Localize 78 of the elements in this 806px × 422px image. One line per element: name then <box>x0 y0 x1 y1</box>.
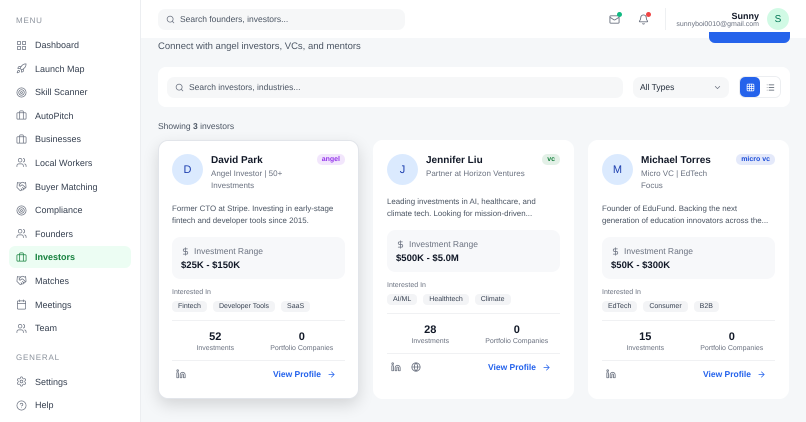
investor-role: Micro VC | EdTech Focus <box>641 168 708 192</box>
investor-name: Jennifer Liu <box>426 155 484 166</box>
search-field[interactable]: Search founders, investors... <box>158 8 405 30</box>
section-heading: GENERAL <box>15 352 61 362</box>
dollar-icon <box>396 240 405 248</box>
users-icon <box>16 322 27 334</box>
handshake-icon <box>16 181 27 192</box>
sidebar-item[interactable]: Team <box>9 317 131 340</box>
briefcase-icon <box>16 110 27 122</box>
user-name: Sunny <box>731 10 759 20</box>
arrow-right-icon <box>542 362 551 372</box>
grid-view-button[interactable] <box>740 77 760 97</box>
dollar-icon <box>611 246 620 256</box>
sidebar-item[interactable]: AutoPitch <box>9 104 131 127</box>
sidebar-item[interactable]: Businesses <box>9 128 131 150</box>
investor-role: Partner at Horizon Ventures <box>426 168 526 180</box>
rocket-icon <box>16 63 27 74</box>
view-profile-link[interactable]: View Profile <box>698 369 771 379</box>
user-avatar[interactable]: S <box>767 8 789 30</box>
range-label: Investment Range <box>409 239 478 249</box>
range-label: Investment Range <box>624 246 693 256</box>
page-subtitle: Connect with angel investors, VCs, and mentors <box>158 41 362 54</box>
notifications-button[interactable] <box>636 12 652 26</box>
mail-button[interactable] <box>607 12 622 26</box>
range-value: $500K - $5.0M <box>396 253 460 264</box>
range-value: $50K - $300K <box>611 260 672 271</box>
globe-icon[interactable] <box>411 362 421 372</box>
sidebar-item[interactable]: Meetings <box>9 294 131 316</box>
handshake-icon <box>16 275 27 286</box>
sidebar-item[interactable]: Settings <box>9 370 131 393</box>
sidebar-item[interactable]: Compliance <box>9 199 131 222</box>
sidebar-item[interactable]: Skill Scanner <box>9 81 131 104</box>
calendar-icon <box>16 299 27 310</box>
investor-avatar: J <box>387 154 418 185</box>
sidebar-item[interactable]: Buyer Matching <box>9 176 131 198</box>
briefcase-icon <box>16 134 27 145</box>
stat-value: 15 <box>639 331 652 343</box>
target-icon <box>16 86 27 98</box>
sidebar-item[interactable]: Investors <box>9 246 131 268</box>
linkedin-icon[interactable] <box>176 369 186 379</box>
stat-value: 52 <box>209 331 222 343</box>
investor-name: Michael Torres <box>641 155 712 166</box>
briefcase-icon <box>16 252 27 263</box>
type-dropdown[interactable]: All Types <box>633 76 729 98</box>
stat-value: 28 <box>424 324 436 336</box>
stat-value: 0 <box>298 331 305 343</box>
range-label: Investment Range <box>194 246 263 256</box>
settings-icon <box>16 376 27 388</box>
target-icon <box>16 204 27 216</box>
investor-role: Angel Investor | 50+ Investments <box>211 168 284 192</box>
sidebar-item[interactable]: Local Workers <box>9 152 131 174</box>
investor-name: David Park <box>211 155 264 166</box>
dollar-icon <box>181 246 190 256</box>
view-profile-link[interactable]: View Profile <box>482 362 556 372</box>
sidebar-item[interactable]: Help <box>9 394 131 416</box>
grid-icon <box>746 82 754 92</box>
arrow-right-icon <box>327 370 336 378</box>
grid-icon <box>16 40 27 50</box>
linkedin-icon[interactable] <box>391 362 401 372</box>
users-icon <box>16 228 27 240</box>
result-count: Showing 3 investors <box>158 121 236 133</box>
stat-value: 0 <box>728 331 735 343</box>
list-icon <box>766 82 774 92</box>
sidebar-item[interactable]: Founders <box>9 222 131 245</box>
stat-value: 0 <box>514 324 520 336</box>
investor-avatar: M <box>602 154 633 185</box>
section-heading: MENU <box>15 16 44 25</box>
view-profile-link[interactable]: View Profile <box>268 369 341 379</box>
sidebar-item[interactable]: Launch Map <box>9 58 131 80</box>
sidebar-item[interactable]: Dashboard <box>9 34 131 56</box>
arrow-right-icon <box>757 370 766 378</box>
investor-avatar: D <box>172 154 203 185</box>
sidebar-item[interactable]: Matches <box>9 270 131 292</box>
range-value: $25K - $150K <box>181 260 242 271</box>
users-icon <box>16 157 27 168</box>
linkedin-icon[interactable] <box>606 369 616 379</box>
search-field[interactable]: Search investors, industries... <box>167 76 623 98</box>
help-icon <box>16 400 27 411</box>
